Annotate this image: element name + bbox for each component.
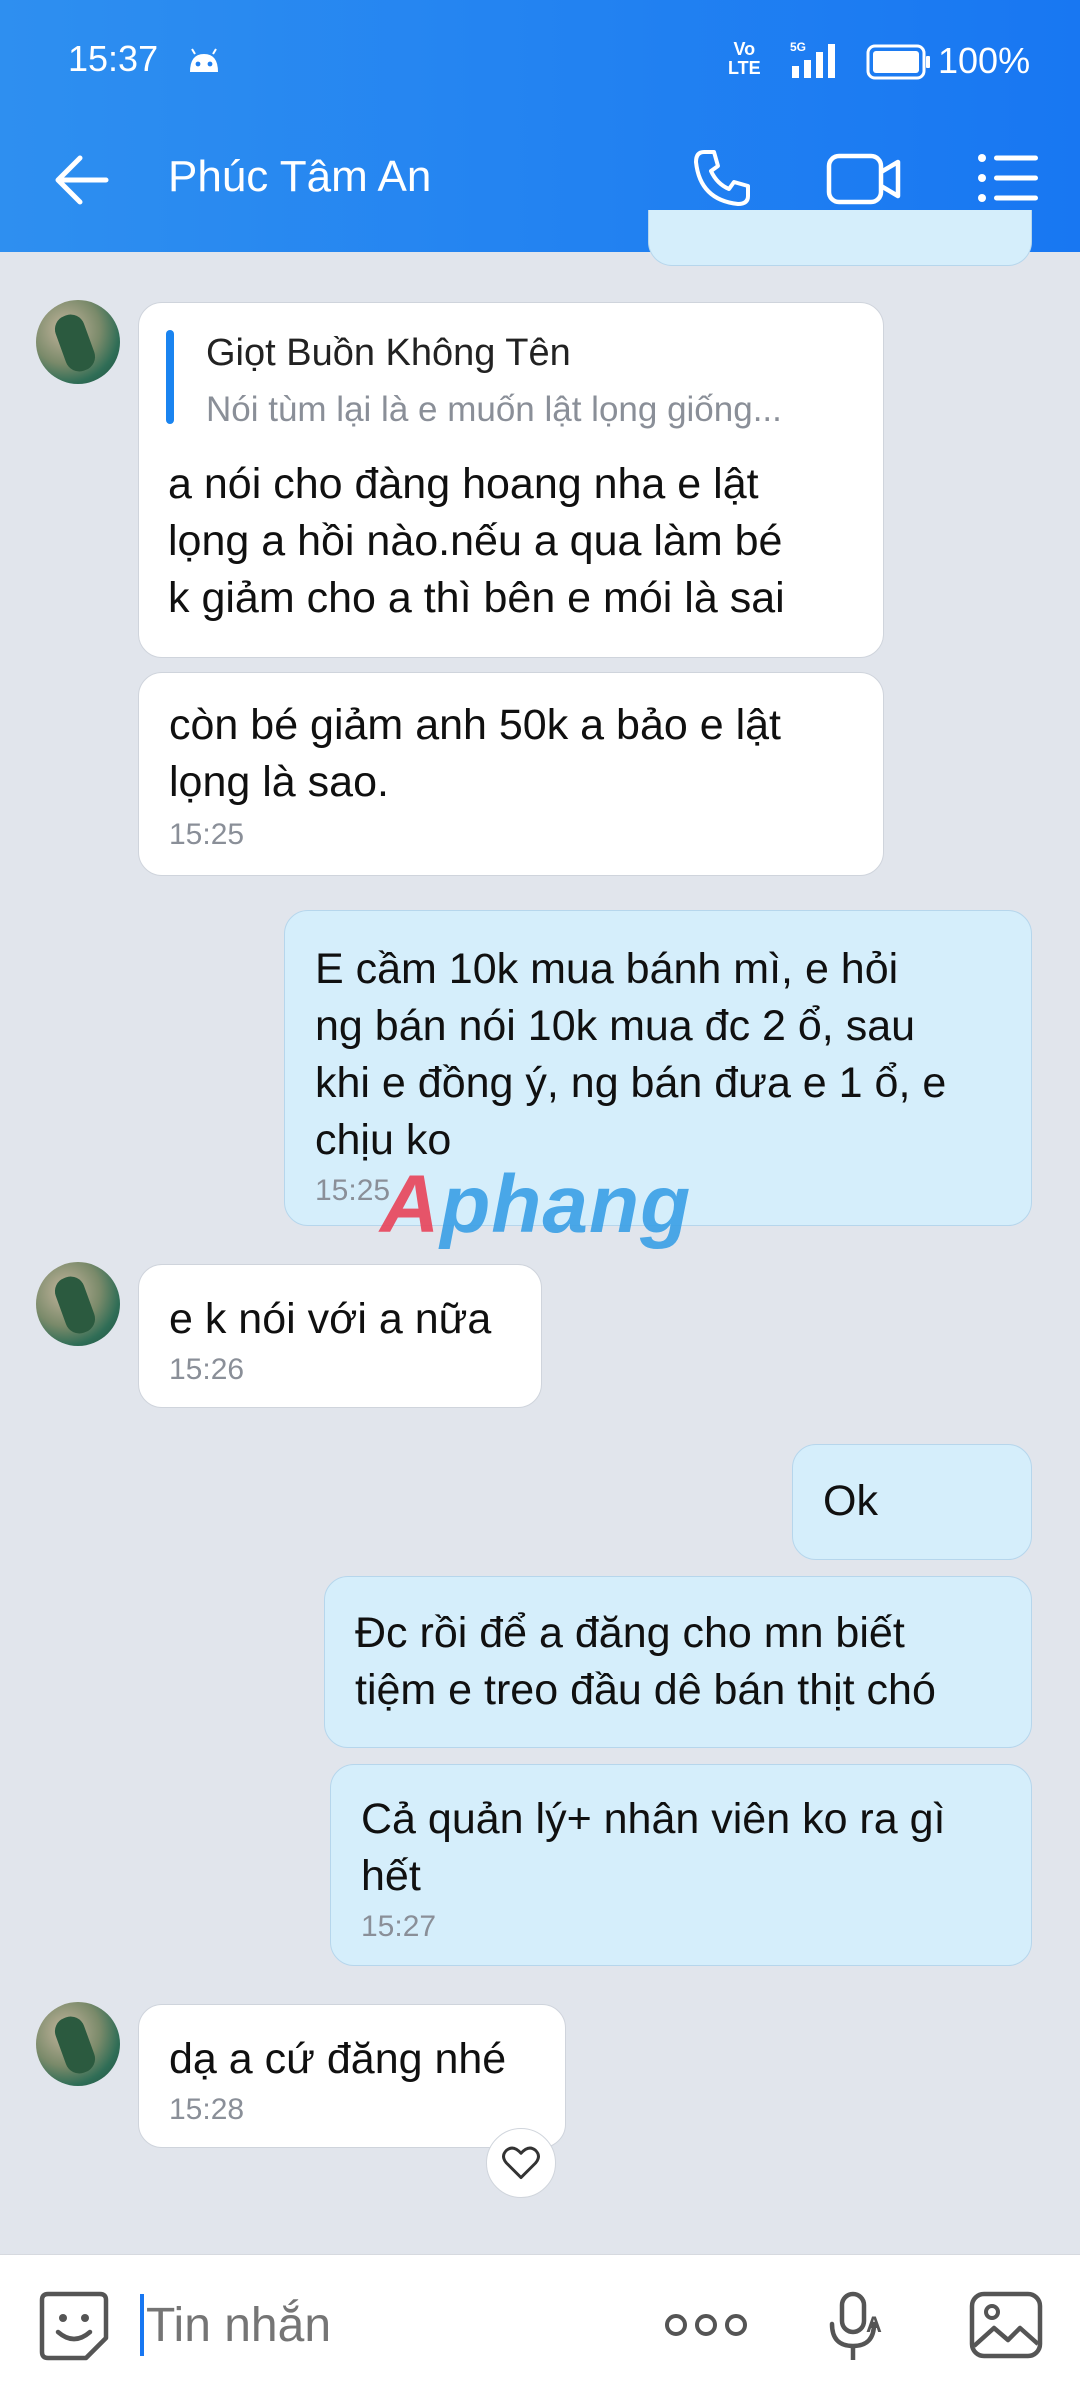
signal-5g-icon: 5G bbox=[790, 40, 835, 78]
volte-text-bottom: LTE bbox=[728, 58, 761, 78]
message-line: lọng a hồi nào.nếu a qua làm bé bbox=[168, 517, 783, 565]
previous-message-bubble bbox=[648, 210, 1032, 266]
message-line: Đc rồi để a đăng cho mn biết bbox=[355, 1609, 905, 1657]
message-line: còn bé giảm anh 50k a bảo e lật bbox=[169, 701, 781, 749]
message-bubble[interactable]: dạ a cứ đăng nhé 15:28 bbox=[138, 2004, 566, 2148]
more-dots-icon[interactable] bbox=[664, 2310, 748, 2340]
message-line: Cả quản lý+ nhân viên ko ra gì bbox=[361, 1795, 946, 1843]
message-line: ng bán nói 10k mua đc 2 ổ, sau bbox=[315, 1002, 916, 1050]
watermark-letter: A bbox=[380, 1159, 441, 1250]
message-bubble-mine[interactable]: Đc rồi để a đăng cho mn biết tiệm e treo… bbox=[324, 1576, 1032, 1748]
message-line: tiệm e treo đầu dê bán thịt chó bbox=[355, 1666, 936, 1714]
message-line: Ok bbox=[823, 1477, 878, 1525]
image-gallery-icon[interactable] bbox=[968, 2290, 1044, 2360]
avatar[interactable] bbox=[36, 1262, 120, 1346]
battery-percent: 100% bbox=[938, 40, 1031, 81]
message-line: e k nói với a nữa bbox=[169, 1295, 492, 1343]
message-line: dạ a cứ đăng nhé bbox=[169, 2035, 507, 2083]
android-icon bbox=[190, 48, 218, 72]
status-bar: 15:37 Vo LTE 5G 100% bbox=[0, 0, 1080, 122]
volte-indicator: Vo LTE bbox=[728, 40, 761, 78]
message-time: 15:28 bbox=[169, 2093, 245, 2126]
video-camera-icon[interactable] bbox=[826, 150, 902, 208]
message-line: hết bbox=[361, 1852, 421, 1900]
message-text: a nói cho đàng hoang nha e lật lọng a hồ… bbox=[168, 456, 785, 627]
volte-text-top: Vo bbox=[733, 39, 756, 59]
quote-preview-text: Nói tùm lại là e muốn lật lọng giống... bbox=[206, 390, 782, 429]
message-line: a nói cho đàng hoang nha e lật bbox=[168, 460, 759, 508]
phone-icon[interactable] bbox=[690, 146, 754, 210]
message-bubble-mine[interactable]: Ok bbox=[792, 1444, 1032, 1560]
svg-text:A: A bbox=[866, 2312, 882, 2337]
list-menu-icon[interactable] bbox=[976, 152, 1040, 204]
watermark-text: phang bbox=[440, 1159, 692, 1250]
message-bubble-mine[interactable]: Cả quản lý+ nhân viên ko ra gì hết 15:27 bbox=[330, 1764, 1032, 1966]
message-line: E cầm 10k mua bánh mì, e hỏi bbox=[315, 945, 899, 993]
avatar[interactable] bbox=[36, 2002, 120, 2086]
svg-text:5G: 5G bbox=[790, 40, 806, 54]
message-line: khi e đồng ý, ng bán đưa e 1 ổ, e bbox=[315, 1059, 947, 1107]
message-line: lọng là sao. bbox=[169, 758, 389, 806]
heart-icon bbox=[502, 2146, 540, 2180]
battery-icon bbox=[866, 44, 930, 80]
watermark-logo: Aphang bbox=[380, 1158, 691, 1252]
message-time: 15:26 bbox=[169, 1353, 245, 1386]
chat-title[interactable]: Phúc Tâm An bbox=[168, 152, 431, 202]
message-line: k giảm cho a thì bên e mói là sai bbox=[168, 574, 785, 622]
microphone-icon[interactable]: A bbox=[824, 2290, 888, 2364]
back-arrow-icon[interactable] bbox=[50, 150, 116, 210]
message-bubble[interactable]: e k nói với a nữa 15:26 bbox=[138, 1264, 542, 1408]
sticker-smile-icon[interactable] bbox=[38, 2290, 110, 2362]
status-time: 15:37 bbox=[68, 38, 159, 79]
avatar[interactable] bbox=[36, 300, 120, 384]
message-time: 15:25 bbox=[169, 818, 245, 851]
message-bubble[interactable]: còn bé giảm anh 50k a bảo e lật lọng là … bbox=[138, 672, 884, 876]
quote-indicator bbox=[166, 330, 174, 424]
message-input[interactable] bbox=[144, 2292, 628, 2360]
quote-sender-name: Giọt Buồn Không Tên bbox=[206, 332, 571, 374]
message-time: 15:27 bbox=[361, 1910, 437, 1943]
reaction-button[interactable] bbox=[486, 2128, 556, 2198]
